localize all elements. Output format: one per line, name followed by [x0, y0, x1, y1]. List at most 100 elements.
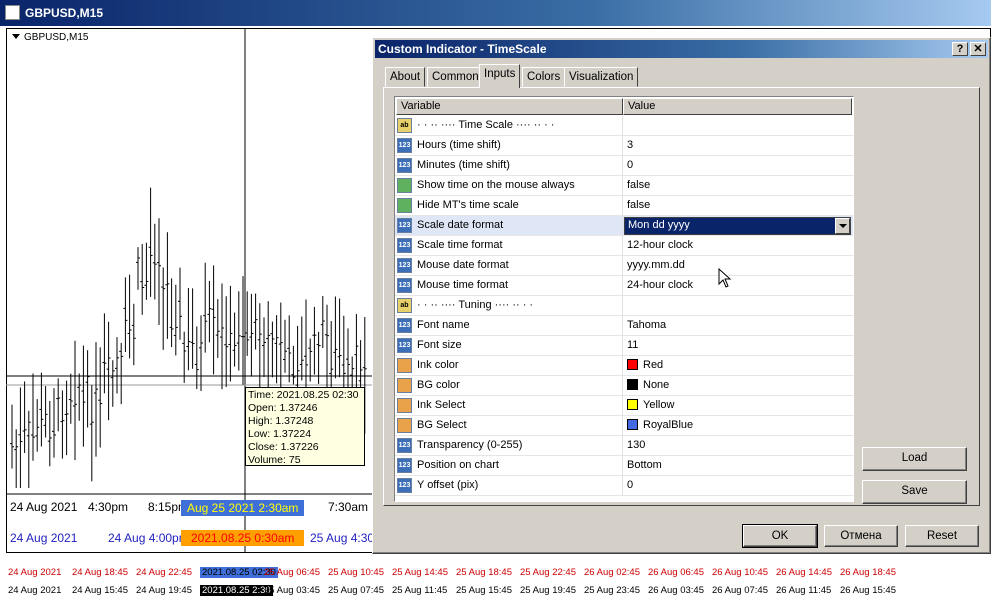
chart-titlebar: GBPUSD,M15 — [0, 0, 991, 26]
axis4-label: 24 Aug 19:45 — [136, 585, 192, 596]
axis3-label-text: 26 Aug 10:45 — [712, 567, 768, 578]
axis1-label: 4:30pm — [88, 500, 129, 514]
input-value[interactable]: 24-hour clock — [627, 279, 693, 291]
tab-inputs[interactable]: Inputs — [479, 64, 521, 88]
axis3-label: 25 Aug 10:45 — [328, 567, 384, 578]
axis3-label-text: 26 Aug 14:45 — [776, 567, 832, 578]
input-row[interactable]: Ink color Red — [395, 356, 853, 376]
axis4-label: 24 Aug 2021 — [8, 585, 61, 596]
string-param-icon: ab — [397, 298, 412, 313]
input-row[interactable]: 123 Mouse date format yyyy.mm.dd — [395, 256, 853, 276]
axis1-highlight-text: Aug 25 2021 2:30am — [181, 500, 305, 516]
input-row[interactable]: 123 Font name Tahoma — [395, 316, 853, 336]
axis3-label: 26 Aug 06:45 — [648, 567, 704, 578]
axis4-label: 26 Aug 11:45 — [776, 585, 831, 596]
input-variable-name: Minutes (time shift) — [417, 159, 510, 171]
tooltip-high: High: 1.37248 — [248, 415, 314, 427]
input-row[interactable]: 123 Position on chart Bottom — [395, 456, 853, 476]
input-value[interactable]: 130 — [627, 439, 645, 451]
input-row[interactable]: 123 Scale time format 12-hour clock — [395, 236, 853, 256]
axis4-label-text: 26 Aug 07:45 — [712, 585, 768, 596]
column-header-value[interactable]: Value — [623, 98, 852, 115]
axis4-label: 26 Aug 07:45 — [712, 585, 768, 596]
save-button[interactable]: Save — [862, 480, 967, 504]
input-row[interactable]: BG Select RoyalBlue — [395, 416, 853, 436]
axis1-label-highlight: Aug 25 2021 2:30am — [181, 500, 305, 516]
axis3-label-text: 24 Aug 2021 — [8, 567, 62, 578]
column-divider — [622, 316, 623, 336]
input-value[interactable]: Yellow — [627, 399, 674, 411]
input-row[interactable]: BG color None — [395, 376, 853, 396]
ok-button[interactable]: OK — [742, 524, 818, 548]
input-row[interactable]: 123 Scale date format Mon dd yyyy — [395, 216, 853, 236]
string-param-icon: ab — [397, 118, 412, 133]
column-divider — [622, 296, 623, 316]
input-row[interactable]: Hide MT's time scale false — [395, 196, 853, 216]
axis2-label: 25 Aug 4:30 — [310, 531, 375, 545]
input-value[interactable]: 3 — [627, 139, 633, 151]
dropdown-arrow-icon[interactable] — [835, 218, 850, 234]
axis4-label: 24 Aug 15:45 — [72, 585, 128, 596]
axis4-label: 26 Aug 03:45 — [648, 585, 704, 596]
input-row[interactable]: Show time on the mouse always false — [395, 176, 853, 196]
input-variable-name: Mouse time format — [417, 279, 509, 291]
help-button[interactable]: ? — [952, 42, 968, 56]
axis3-label: 26 Aug 14:45 — [776, 567, 832, 578]
input-value[interactable]: false — [627, 179, 650, 191]
tooltip-open: Open: 1.37246 — [248, 402, 318, 414]
input-value[interactable]: false — [627, 199, 650, 211]
integer-param-icon: 123 — [397, 158, 412, 173]
tab-visualization[interactable]: Visualization — [564, 67, 639, 87]
input-value[interactable]: Red — [627, 359, 663, 371]
close-button[interactable]: ✕ — [970, 42, 986, 56]
integer-param-icon: 123 — [397, 338, 412, 353]
input-row[interactable]: Ink Select Yellow — [395, 396, 853, 416]
axis3-label-text: 24 Aug 22:45 — [136, 567, 192, 578]
axis3-label-text: 24 Aug 18:45 — [72, 567, 128, 578]
axis2-label-highlight: 2021.08.25 0:30am — [181, 530, 305, 546]
reset-button[interactable]: Reset — [905, 525, 979, 547]
tab-about[interactable]: About — [385, 67, 426, 87]
cancel-button[interactable]: Отмена — [824, 525, 898, 547]
input-variable-name: · · ·· ···· Tuning ···· ·· · · — [417, 299, 534, 311]
input-value[interactable]: 11 — [627, 339, 638, 351]
input-row[interactable]: 123 Minutes (time shift) 0 — [395, 156, 853, 176]
column-divider — [622, 336, 623, 356]
axis4-label-text: 25 Aug 19:45 — [520, 585, 576, 596]
load-button[interactable]: Load — [862, 447, 967, 471]
dropdown-selected-value: Mon dd yyyy — [628, 219, 690, 231]
tooltip-low: Low: 1.37224 — [248, 428, 312, 440]
column-divider — [622, 376, 623, 396]
tab-common[interactable]: Common — [427, 67, 484, 87]
input-value[interactable]: Tahoma — [627, 319, 666, 331]
input-row[interactable]: ab · · ·· ···· Tuning ···· ·· · · — [395, 296, 853, 316]
input-row[interactable]: 123 Font size 11 — [395, 336, 853, 356]
inputs-grid: Variable Value ab · · ·· ···· Time Scale … — [394, 96, 854, 502]
input-row[interactable]: 123 Mouse time format 24-hour clock — [395, 276, 853, 296]
axis3-label: 26 Aug 02:45 — [584, 567, 640, 578]
input-variable-name: Transparency (0-255) — [417, 439, 523, 451]
axis4-label-text: 26 Aug 11:45 — [776, 585, 832, 596]
input-row[interactable]: 123 Hours (time shift) 3 — [395, 136, 853, 156]
input-value[interactable]: Bottom — [627, 459, 662, 471]
column-header-variable[interactable]: Variable — [396, 98, 623, 115]
input-value[interactable]: RoyalBlue — [627, 419, 693, 431]
dialog-title: Custom Indicator - TimeScale — [378, 42, 547, 56]
input-variable-name: Scale time format — [417, 239, 503, 251]
input-row[interactable]: 123 Y offset (pix) 0 — [395, 476, 853, 496]
input-value[interactable]: yyyy.mm.dd — [627, 259, 685, 271]
column-divider — [622, 456, 623, 476]
scale-date-format-dropdown[interactable]: Mon dd yyyy — [624, 217, 851, 235]
tab-colors[interactable]: Colors — [522, 67, 566, 87]
input-row[interactable]: 123 Transparency (0-255) 130 — [395, 436, 853, 456]
input-value[interactable]: 0 — [627, 159, 633, 171]
axis1-label: 7:30am — [328, 500, 369, 514]
input-variable-name: Hide MT's time scale — [417, 199, 519, 211]
input-value[interactable]: None — [627, 379, 669, 391]
input-value[interactable]: 12-hour clock — [627, 239, 693, 251]
input-value[interactable]: 0 — [627, 479, 633, 491]
input-row[interactable]: ab · · ·· ···· Time Scale ···· ·· · · — [395, 116, 853, 136]
axis3-label: 25 Aug 14:45 — [392, 567, 448, 578]
axis3-label: 26 Aug 18:45 — [840, 567, 896, 578]
input-variable-name: Show time on the mouse always — [417, 179, 575, 191]
